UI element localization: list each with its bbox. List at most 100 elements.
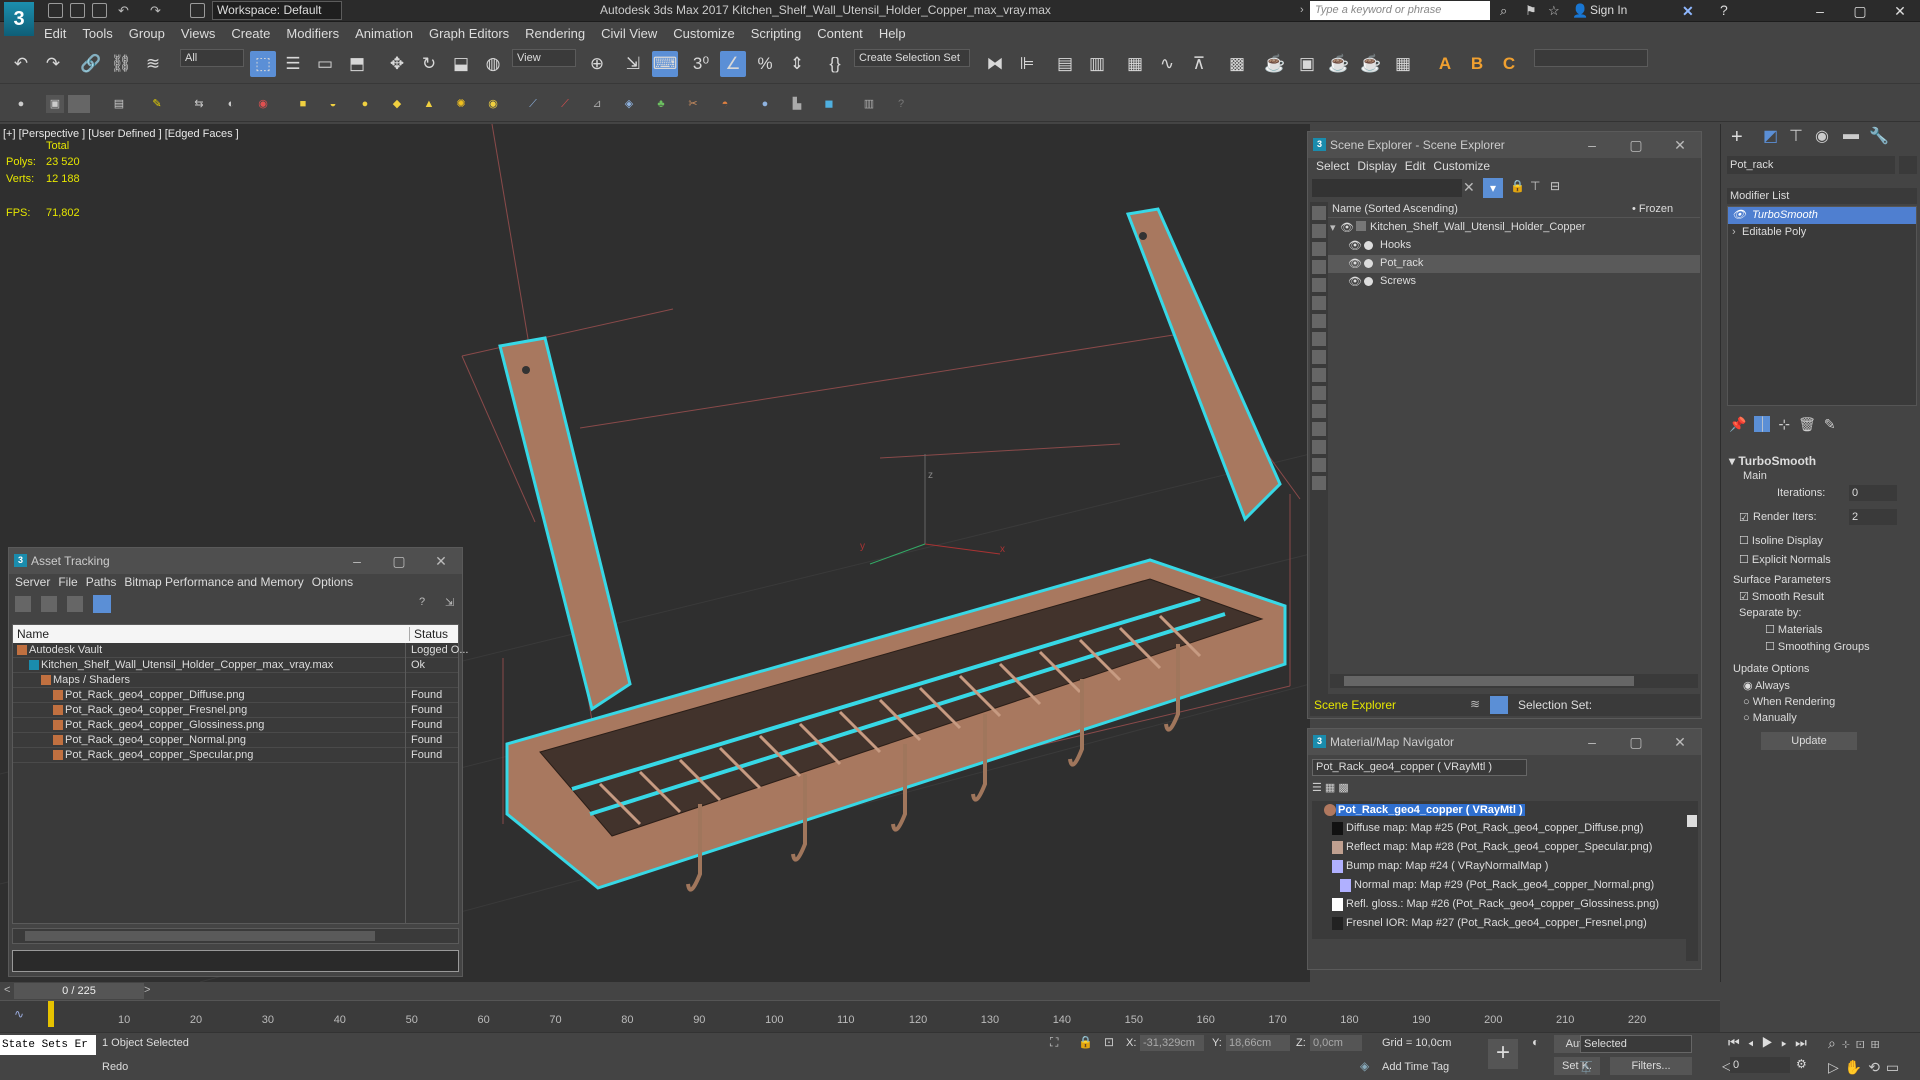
- scene-tree-item-hooks[interactable]: 👁 Hooks: [1328, 237, 1700, 255]
- asset-row[interactable]: Kitchen_Shelf_Wall_Utensil_Holder_Copper…: [13, 658, 458, 673]
- material-map-item[interactable]: Reflect map: Map #28 (Pot_Rack_geo4_copp…: [1312, 838, 1687, 857]
- vray-toolbar-icon-5[interactable]: ✎: [148, 95, 166, 113]
- align-icon[interactable]: ⊫: [1014, 51, 1040, 77]
- view-list-icon[interactable]: ☰ ▦ ▩: [1312, 781, 1349, 794]
- y-coordinate-field[interactable]: 18,66cm: [1226, 1035, 1290, 1051]
- asset-row[interactable]: Pot_Rack_geo4_copper_Normal.png Found: [13, 733, 458, 748]
- clear-search-icon[interactable]: ✕: [1463, 179, 1475, 196]
- material-editor-icon[interactable]: ▩: [1224, 51, 1250, 77]
- display-tab-icon[interactable]: ▬: [1843, 126, 1859, 144]
- set-key-big-button[interactable]: +: [1488, 1039, 1518, 1069]
- stack-item-turbosmooth[interactable]: 👁 TurboSmooth: [1728, 207, 1916, 224]
- maxscript-listener[interactable]: State Sets Er: [0, 1035, 96, 1055]
- server-icon[interactable]: [15, 596, 31, 612]
- visibility-eye-icon[interactable]: 👁: [1348, 275, 1362, 288]
- time-config-icon[interactable]: ⚙: [1796, 1057, 1807, 1071]
- angle-snap-icon[interactable]: ∠: [720, 51, 746, 77]
- stack-item-editable-poly[interactable]: › Editable Poly: [1728, 224, 1916, 241]
- vray-settings-icon[interactable]: ▥: [860, 95, 878, 113]
- visibility-eye-icon[interactable]: 👁: [1348, 257, 1362, 270]
- display-invert-icon[interactable]: [1312, 476, 1326, 490]
- minimize-button[interactable]: –: [1800, 2, 1840, 20]
- filter-icon[interactable]: ▾: [1483, 178, 1503, 198]
- new-file-icon[interactable]: [48, 3, 63, 18]
- minimize-button[interactable]: –: [337, 548, 377, 574]
- next-frame-icon[interactable]: >: [144, 984, 150, 996]
- playback-controls[interactable]: ⏮◂▶▸⏭: [1728, 1035, 1815, 1051]
- display-groups-icon[interactable]: [1312, 332, 1326, 346]
- exchange-icon[interactable]: ✕: [1682, 3, 1694, 20]
- vray-sun-icon[interactable]: ✺: [452, 95, 470, 113]
- link-icon[interactable]: 🔗: [78, 51, 104, 77]
- select-manipulate-icon[interactable]: ⇲: [620, 51, 646, 77]
- vray-fur-icon[interactable]: ♣: [652, 95, 670, 113]
- create-tab-icon[interactable]: +: [1731, 126, 1743, 149]
- stack-item-label[interactable]: Editable Poly: [1742, 226, 1806, 238]
- time-marker[interactable]: [48, 1001, 54, 1027]
- vray-toolbar-icon-2[interactable]: ▣: [46, 95, 64, 113]
- scene-item-label[interactable]: Hooks: [1380, 239, 1411, 251]
- menu-edit[interactable]: Edit: [1401, 159, 1430, 173]
- user-icon[interactable]: 👤: [1572, 3, 1588, 19]
- display-lights-icon[interactable]: [1312, 260, 1326, 274]
- materials-row[interactable]: ☐ Materials: [1765, 623, 1915, 636]
- ribbon-toggle-icon[interactable]: ▥: [1084, 51, 1110, 77]
- render-iters-checkbox[interactable]: ☑: [1739, 511, 1749, 524]
- menu-group[interactable]: Group: [121, 22, 173, 44]
- display-bones-icon[interactable]: [1312, 368, 1326, 382]
- favorites-star-icon[interactable]: ☆: [1548, 3, 1560, 19]
- material-navigator-titlebar[interactable]: 3 Material/Map Navigator – ▢ ✕: [1308, 729, 1701, 755]
- vray-toolbar-icon-1[interactable]: ●: [12, 95, 30, 113]
- highlight-icon[interactable]: [93, 595, 111, 613]
- search-input[interactable]: Type a keyword or phrase: [1310, 1, 1490, 20]
- menu-civil-view[interactable]: Civil View: [593, 22, 665, 44]
- show-end-result-icon[interactable]: ⏐: [1754, 416, 1771, 432]
- menu-server[interactable]: Server: [11, 575, 54, 589]
- selection-set-icon[interactable]: [1490, 696, 1508, 714]
- vray-toolbar-icon-3[interactable]: [68, 95, 90, 113]
- spinner-snap-icon[interactable]: ⇕: [784, 51, 810, 77]
- sign-in-link[interactable]: Sign In: [1590, 3, 1627, 17]
- display-shapes-icon[interactable]: [1312, 242, 1326, 256]
- motion-tab-icon[interactable]: ◉: [1815, 126, 1829, 146]
- schematic-view-icon[interactable]: ∿: [1154, 51, 1180, 77]
- isolate-selection-icon[interactable]: ⛶: [1050, 1035, 1058, 1050]
- lock-icon[interactable]: 🔒: [1510, 179, 1525, 193]
- viewport-label[interactable]: [+] [Perspective ] [User Defined ] [Edge…: [3, 128, 239, 140]
- selection-lock-icon[interactable]: 🔒: [1078, 1035, 1093, 1049]
- selection-filter-dropdown[interactable]: All: [180, 49, 244, 67]
- display-spacewarps-icon[interactable]: [1312, 314, 1326, 328]
- workspace-dropdown[interactable]: Workspace: Default: [212, 1, 342, 20]
- display-all-icon[interactable]: [1312, 440, 1326, 454]
- unlink-icon[interactable]: ⛓: [108, 51, 134, 77]
- layer-explorer-icon[interactable]: ▤: [1052, 51, 1078, 77]
- asset-path-field[interactable]: [12, 950, 459, 972]
- vray-text-b-icon[interactable]: B: [1464, 51, 1490, 77]
- keyboard-shortcut-toggle-icon[interactable]: ⌨: [652, 51, 678, 77]
- absolute-mode-icon[interactable]: ⊡: [1104, 1035, 1114, 1049]
- vray-help-icon[interactable]: ?: [892, 95, 910, 113]
- app-logo[interactable]: 3: [4, 2, 34, 36]
- object-name-field[interactable]: Pot_rack: [1727, 156, 1895, 174]
- prev-frame-icon[interactable]: <: [4, 984, 10, 996]
- material-root[interactable]: Pot_Rack_geo4_copper ( VRayMtl ): [1312, 801, 1687, 819]
- pivot-center-icon[interactable]: ⊕: [584, 51, 610, 77]
- track-bar[interactable]: ∿: [0, 1000, 1720, 1032]
- always-radio[interactable]: ◉ Always: [1743, 679, 1915, 692]
- isoline-row[interactable]: ☐ Isoline Display: [1739, 534, 1915, 547]
- visibility-eye-icon[interactable]: 👁: [1340, 221, 1354, 234]
- vray-toolbar-icon-4[interactable]: ▤: [110, 95, 128, 113]
- horizontal-scrollbar[interactable]: [12, 928, 459, 944]
- vray-proxy-icon-4[interactable]: ◈: [620, 95, 638, 113]
- make-unique-icon[interactable]: ⊹: [1778, 416, 1790, 432]
- display-containers-icon[interactable]: [1312, 386, 1326, 400]
- column-name-sorted[interactable]: Name (Sorted Ascending): [1332, 203, 1458, 215]
- vray-text-a-icon[interactable]: A: [1432, 51, 1458, 77]
- column-status[interactable]: Status: [409, 627, 448, 641]
- vray-frame-buffer-icon[interactable]: ◼: [820, 95, 838, 113]
- time-slider[interactable]: < 0 / 225 >: [0, 982, 1720, 1000]
- bind-spacewarp-icon[interactable]: ≋: [140, 51, 166, 77]
- menu-customize[interactable]: Customize: [1429, 159, 1494, 173]
- scene-horizontal-scrollbar[interactable]: [1330, 674, 1698, 688]
- named-selection-icon[interactable]: {}: [822, 51, 848, 77]
